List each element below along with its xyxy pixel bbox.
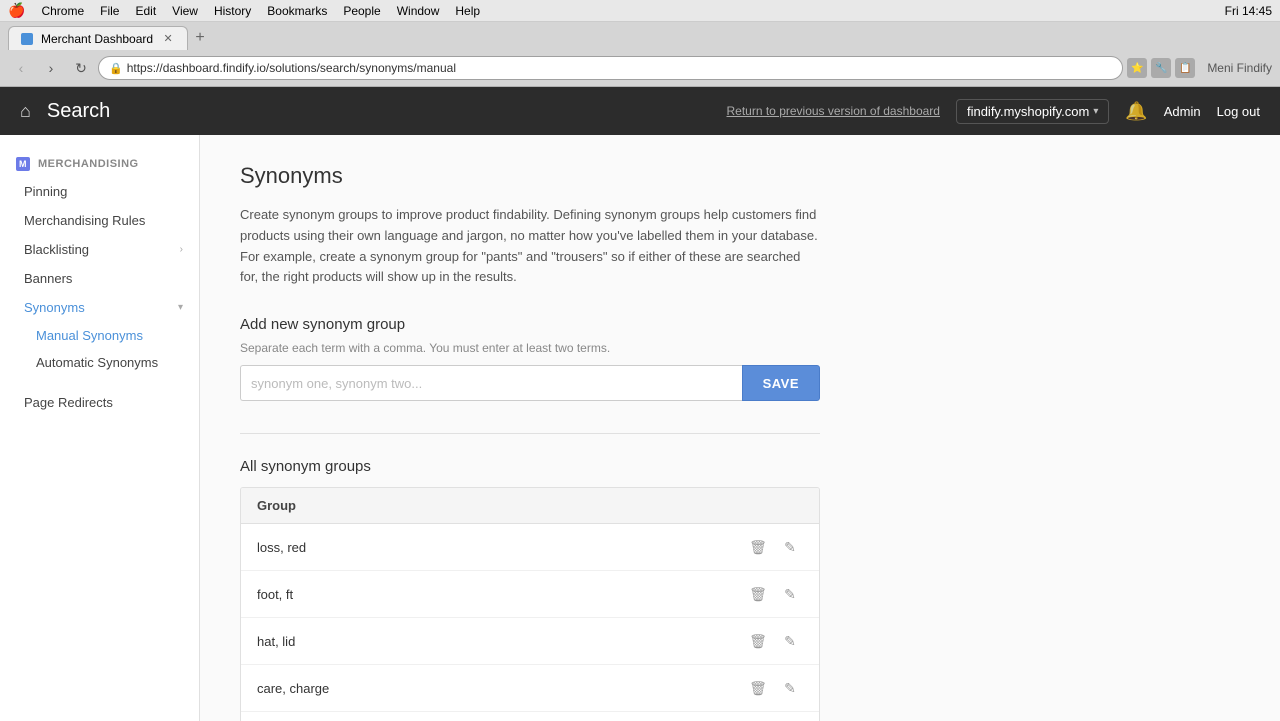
menu-chrome[interactable]: Chrome	[41, 4, 84, 18]
edit-icon[interactable]: ✎	[777, 675, 803, 701]
shop-name: findify.myshopify.com	[967, 104, 1089, 119]
add-group-title: Add new synonym group	[240, 316, 1240, 333]
delete-icon[interactable]: 🗑	[745, 675, 771, 701]
new-tab-button[interactable]: +	[188, 26, 212, 50]
delete-icon[interactable]: 🗑	[745, 628, 771, 654]
tab-title: Merchant Dashboard	[41, 32, 153, 46]
mac-menubar: 🍎 Chrome File Edit View History Bookmark…	[0, 0, 1280, 22]
chevron-down-icon: ▾	[178, 302, 183, 313]
sidebar-section-merchandising: M MERCHANDISING	[0, 151, 199, 177]
sidebar-item-blacklisting[interactable]: Blacklisting ›	[0, 235, 199, 264]
system-time: Fri 14:45	[1225, 4, 1272, 18]
sidebar-item-merchandising-rules[interactable]: Merchandising Rules	[0, 206, 199, 235]
menu-view[interactable]: View	[172, 4, 198, 18]
secure-icon: 🔒	[109, 62, 123, 75]
browser-tab[interactable]: Merchant Dashboard ✕	[8, 26, 188, 50]
menu-bookmarks[interactable]: Bookmarks	[267, 4, 327, 18]
add-group-hint: Separate each term with a comma. You mus…	[240, 341, 1240, 355]
menu-history[interactable]: History	[214, 4, 251, 18]
menu-file[interactable]: File	[100, 4, 119, 18]
row-text: foot, ft	[257, 587, 745, 602]
row-actions: 🗑 ✎	[745, 675, 803, 701]
sidebar: M MERCHANDISING Pinning Merchandising Ru…	[0, 135, 200, 721]
row-actions: 🗑 ✎	[745, 534, 803, 560]
delete-icon[interactable]: 🗑	[745, 581, 771, 607]
add-group-form: SAVE	[240, 365, 820, 401]
edit-icon[interactable]: ✎	[777, 534, 803, 560]
apple-menu[interactable]: 🍎	[8, 2, 25, 19]
table-row: care, charge 🗑 ✎	[241, 665, 819, 712]
edit-icon[interactable]: ✎	[777, 581, 803, 607]
browser-user: Meni Findify	[1207, 61, 1272, 75]
row-text: care, charge	[257, 681, 745, 696]
row-actions: 🗑 ✎	[745, 581, 803, 607]
forward-button[interactable]: ›	[38, 55, 64, 81]
browser-tabs: Merchant Dashboard ✕ +	[0, 22, 1280, 50]
row-text: hat, lid	[257, 634, 745, 649]
divider	[240, 433, 820, 434]
notification-icon[interactable]: 🔔	[1125, 101, 1147, 122]
sidebar-item-page-redirects-label: Page Redirects	[24, 395, 113, 410]
delete-icon[interactable]: 🗑	[745, 534, 771, 560]
tab-close-button[interactable]: ✕	[161, 32, 175, 46]
sidebar-item-page-redirects[interactable]: Page Redirects	[0, 388, 199, 417]
admin-label[interactable]: Admin	[1164, 104, 1201, 119]
menu-help[interactable]: Help	[455, 4, 480, 18]
app-header: ⌂ Search Return to previous version of d…	[0, 87, 1280, 135]
prev-version-link[interactable]: Return to previous version of dashboard	[727, 104, 940, 118]
sidebar-item-pinning[interactable]: Pinning	[0, 177, 199, 206]
extension-btn-3[interactable]: 📋	[1175, 58, 1195, 78]
table-row: loss, red 🗑 ✎	[241, 524, 819, 571]
sidebar-subitem-automatic-synonyms[interactable]: Automatic Synonyms	[0, 349, 199, 376]
sidebar-item-blacklisting-label: Blacklisting	[24, 242, 89, 257]
chevron-down-icon: ▾	[1093, 106, 1098, 117]
row-actions: 🗑 ✎	[745, 628, 803, 654]
sidebar-subitem-auto-label: Automatic Synonyms	[36, 355, 158, 370]
table-row: hat, lid 🗑 ✎	[241, 618, 819, 665]
menu-window[interactable]: Window	[397, 4, 440, 18]
groups-table: Group loss, red 🗑 ✎ foot, ft 🗑 ✎ hat, li…	[240, 487, 820, 721]
sidebar-item-banners-label: Banners	[24, 271, 72, 286]
extension-btn-1[interactable]: ⭐	[1127, 58, 1147, 78]
sidebar-item-merch-rules-label: Merchandising Rules	[24, 213, 145, 228]
app-title: Search	[47, 100, 110, 123]
home-icon[interactable]: ⌂	[20, 101, 31, 122]
reload-button[interactable]: ↻	[68, 55, 94, 81]
logout-button[interactable]: Log out	[1217, 104, 1260, 119]
page-description: Create synonym groups to improve product…	[240, 205, 820, 288]
synonym-input[interactable]	[240, 365, 742, 401]
row-text: loss, red	[257, 540, 745, 555]
groups-table-header: Group	[241, 488, 819, 524]
sidebar-item-synonyms-label: Synonyms	[24, 300, 85, 315]
address-bar[interactable]: 🔒 https://dashboard.findify.io/solutions…	[98, 56, 1123, 80]
app-body: M MERCHANDISING Pinning Merchandising Ru…	[0, 135, 1280, 721]
edit-icon[interactable]: ✎	[777, 628, 803, 654]
browser-actions: ⭐ 🔧 📋	[1127, 58, 1195, 78]
url-text: https://dashboard.findify.io/solutions/s…	[127, 61, 456, 75]
sidebar-item-synonyms[interactable]: Synonyms ▾	[0, 293, 199, 322]
chevron-right-icon: ›	[180, 244, 183, 255]
save-button[interactable]: SAVE	[742, 365, 820, 401]
tab-favicon	[21, 33, 33, 45]
page-title: Synonyms	[240, 163, 1240, 189]
extension-btn-2[interactable]: 🔧	[1151, 58, 1171, 78]
main-content: Synonyms Create synonym groups to improv…	[200, 135, 1280, 721]
browser-chrome: Merchant Dashboard ✕ + ‹ › ↻ 🔒 https://d…	[0, 22, 1280, 87]
sidebar-section-label: MERCHANDISING	[38, 158, 139, 170]
menu-edit[interactable]: Edit	[135, 4, 156, 18]
shop-selector[interactable]: findify.myshopify.com ▾	[956, 99, 1109, 124]
sidebar-subitem-manual-synonyms[interactable]: Manual Synonyms	[0, 322, 199, 349]
table-row: foot, ft 🗑 ✎	[241, 571, 819, 618]
browser-nav: ‹ › ↻ 🔒 https://dashboard.findify.io/sol…	[0, 50, 1280, 86]
menu-people[interactable]: People	[343, 4, 380, 18]
back-button[interactable]: ‹	[8, 55, 34, 81]
sidebar-item-pinning-label: Pinning	[24, 184, 67, 199]
merchandising-icon: M	[16, 157, 30, 171]
sidebar-item-banners[interactable]: Banners	[0, 264, 199, 293]
all-groups-title: All synonym groups	[240, 458, 1240, 475]
sidebar-subitem-manual-label: Manual Synonyms	[36, 328, 143, 343]
